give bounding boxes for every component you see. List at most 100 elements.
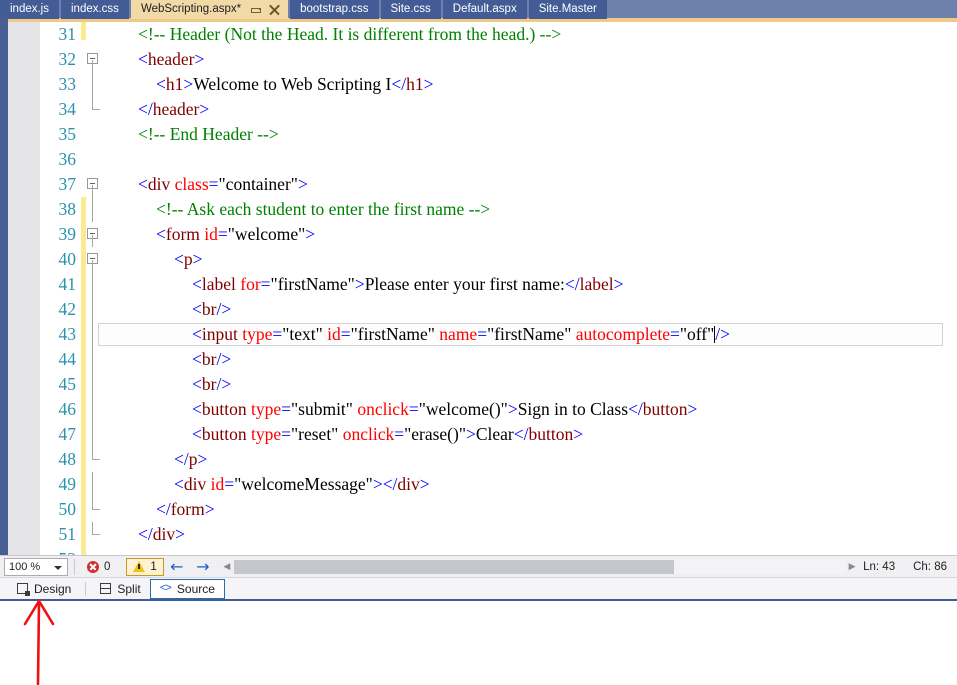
outlining-margin[interactable] bbox=[86, 422, 100, 447]
document-tab-site-master[interactable]: Site.Master bbox=[528, 0, 607, 19]
horizontal-scrollbar[interactable]: ◀ ▶ bbox=[219, 558, 860, 575]
code-line-text[interactable]: </form> bbox=[156, 497, 215, 522]
code-line[interactable]: 36 bbox=[0, 147, 957, 172]
document-tab-index-css[interactable]: index.css bbox=[61, 0, 129, 19]
code-line-text[interactable]: <header> bbox=[138, 47, 204, 72]
code-line[interactable]: 49 <div id="welcomeMessage"></div> bbox=[0, 472, 957, 497]
outline-connector bbox=[92, 97, 93, 109]
outlining-margin[interactable] bbox=[86, 472, 100, 497]
code-line[interactable]: 38 <!-- Ask each student to enter the fir… bbox=[0, 197, 957, 222]
code-line-text[interactable]: <p> bbox=[174, 247, 203, 272]
outlining-margin[interactable] bbox=[86, 347, 100, 372]
outlining-margin[interactable] bbox=[86, 322, 100, 347]
outlining-margin[interactable] bbox=[86, 297, 100, 322]
outlining-margin[interactable] bbox=[86, 172, 100, 197]
code-token-bracket: < bbox=[156, 74, 166, 94]
code-lines-container[interactable]: 31 <!-- Header (Not the Head. It is diffe… bbox=[0, 22, 957, 555]
code-token-bracket: </ bbox=[382, 474, 398, 494]
outline-connector bbox=[92, 322, 93, 347]
navigate-forward-button[interactable]: → bbox=[190, 557, 216, 576]
code-line-text[interactable]: <br/> bbox=[192, 347, 231, 372]
code-line[interactable]: 44 <br/> bbox=[0, 347, 957, 372]
outlining-margin[interactable] bbox=[86, 497, 100, 522]
outlining-margin[interactable] bbox=[86, 47, 100, 72]
document-tab-webscripting-aspx[interactable]: WebScripting.aspx* bbox=[130, 0, 289, 19]
document-tab-default-aspx[interactable]: Default.aspx bbox=[442, 0, 527, 19]
triangle-left-icon[interactable]: ◀ bbox=[220, 558, 234, 575]
zoom-level-dropdown[interactable]: 100 % bbox=[4, 557, 68, 576]
code-line[interactable]: 33 <h1>Welcome to Web Scripting I</h1> bbox=[0, 72, 957, 97]
document-tab-label: Site.Master bbox=[538, 3, 597, 15]
navigate-backward-button[interactable]: ← bbox=[164, 557, 190, 576]
line-number: 49 bbox=[58, 474, 77, 494]
tab-split-view[interactable]: Split bbox=[91, 579, 149, 599]
code-line[interactable]: 51 </div> bbox=[0, 522, 957, 547]
error-count-indicator[interactable]: 0 bbox=[81, 558, 116, 576]
outlining-margin[interactable] bbox=[86, 247, 100, 272]
code-line-text[interactable]: </header> bbox=[138, 97, 209, 122]
outlining-margin[interactable] bbox=[86, 197, 100, 222]
code-editor[interactable]: 31 <!-- Header (Not the Head. It is diffe… bbox=[0, 19, 957, 555]
code-line[interactable]: 41 <label for="firstName">Please enter yo… bbox=[0, 272, 957, 297]
outlining-margin[interactable] bbox=[86, 22, 100, 47]
code-line[interactable]: 32 <header> bbox=[0, 47, 957, 72]
tab-design-view[interactable]: Design bbox=[8, 579, 80, 599]
code-line-text[interactable]: </p> bbox=[174, 447, 207, 472]
outlining-margin[interactable] bbox=[86, 222, 100, 247]
code-line[interactable]: 31 <!-- Header (Not the Head. It is diffe… bbox=[0, 22, 957, 47]
chevron-down-icon[interactable] bbox=[54, 565, 62, 570]
code-line-text[interactable]: </div> bbox=[138, 522, 185, 547]
outlining-margin[interactable] bbox=[86, 147, 100, 172]
code-line-text[interactable]: <button type="submit" onclick="welcome()… bbox=[192, 397, 697, 422]
code-line-text[interactable]: <div class="container"> bbox=[138, 172, 308, 197]
document-tab-index-js[interactable]: index.js bbox=[0, 0, 59, 19]
code-line[interactable]: 43 <input type="text" id="firstName" name… bbox=[0, 322, 957, 347]
code-line[interactable]: 47 <button type="reset" onclick="erase()"… bbox=[0, 422, 957, 447]
code-line-text[interactable]: <!-- End Header --> bbox=[138, 122, 279, 147]
document-tab-label: WebScripting.aspx* bbox=[140, 3, 242, 15]
code-line-text[interactable]: <label for="firstName">Please enter your… bbox=[192, 272, 624, 297]
code-line[interactable]: 46 <button type="submit" onclick="welcome… bbox=[0, 397, 957, 422]
code-line-text[interactable]: <!-- Header (Not the Head. It is differe… bbox=[138, 22, 561, 47]
code-line[interactable]: 40 <p> bbox=[0, 247, 957, 272]
outlining-margin[interactable] bbox=[86, 272, 100, 297]
code-line[interactable]: 52 bbox=[0, 547, 957, 555]
code-line[interactable]: 39 <form id="welcome"> bbox=[0, 222, 957, 247]
outlining-margin[interactable] bbox=[86, 372, 100, 397]
code-line-text[interactable]: <input type="text" id="firstName" name="… bbox=[192, 322, 730, 347]
code-line-text[interactable]: <div id="welcomeMessage"></div> bbox=[174, 472, 430, 497]
code-line[interactable]: 42 <br/> bbox=[0, 297, 957, 322]
code-line-text[interactable]: <br/> bbox=[192, 372, 231, 397]
outlining-margin[interactable] bbox=[86, 547, 100, 555]
outlining-margin[interactable] bbox=[86, 122, 100, 147]
code-line-text[interactable]: <form id="welcome"> bbox=[156, 222, 315, 247]
outlining-margin[interactable] bbox=[86, 97, 100, 122]
code-line-text[interactable]: <br/> bbox=[192, 297, 231, 322]
code-line-text[interactable]: <h1>Welcome to Web Scripting I</h1> bbox=[156, 72, 433, 97]
code-line[interactable]: 50 </form> bbox=[0, 497, 957, 522]
outline-end-tick bbox=[92, 534, 100, 535]
code-line[interactable]: 48 </p> bbox=[0, 447, 957, 472]
code-token-bracket: < bbox=[174, 249, 184, 269]
tab-source-view[interactable]: <> Source bbox=[149, 578, 225, 599]
outlining-margin[interactable] bbox=[86, 447, 100, 472]
horizontal-scrollbar-thumb[interactable] bbox=[233, 559, 674, 574]
outlining-margin[interactable] bbox=[86, 397, 100, 422]
code-line[interactable]: 34 </header> bbox=[0, 97, 957, 122]
close-icon[interactable] bbox=[268, 3, 281, 16]
warning-count-indicator[interactable]: 1 bbox=[126, 557, 164, 576]
code-line-text[interactable]: <!-- Ask each student to enter the first… bbox=[156, 197, 490, 222]
document-tab-bootstrap-css[interactable]: bootstrap.css bbox=[290, 0, 379, 19]
outlining-margin[interactable] bbox=[86, 72, 100, 97]
horizontal-scrollbar-track[interactable] bbox=[233, 559, 846, 574]
code-line[interactable]: 45 <br/> bbox=[0, 372, 957, 397]
code-line-text[interactable]: <button type="reset" onclick="erase()">C… bbox=[192, 422, 583, 447]
pin-icon[interactable] bbox=[250, 4, 262, 15]
code-line[interactable]: 37 <div class="container"> bbox=[0, 172, 957, 197]
code-line[interactable]: 35 <!-- End Header --> bbox=[0, 122, 957, 147]
document-tab-site-css[interactable]: Site.css bbox=[380, 0, 441, 19]
code-token-tag: label bbox=[579, 274, 614, 294]
outlining-margin[interactable] bbox=[86, 522, 100, 547]
code-token-bracket: </ bbox=[138, 99, 153, 119]
triangle-right-icon[interactable]: ▶ bbox=[845, 558, 859, 575]
